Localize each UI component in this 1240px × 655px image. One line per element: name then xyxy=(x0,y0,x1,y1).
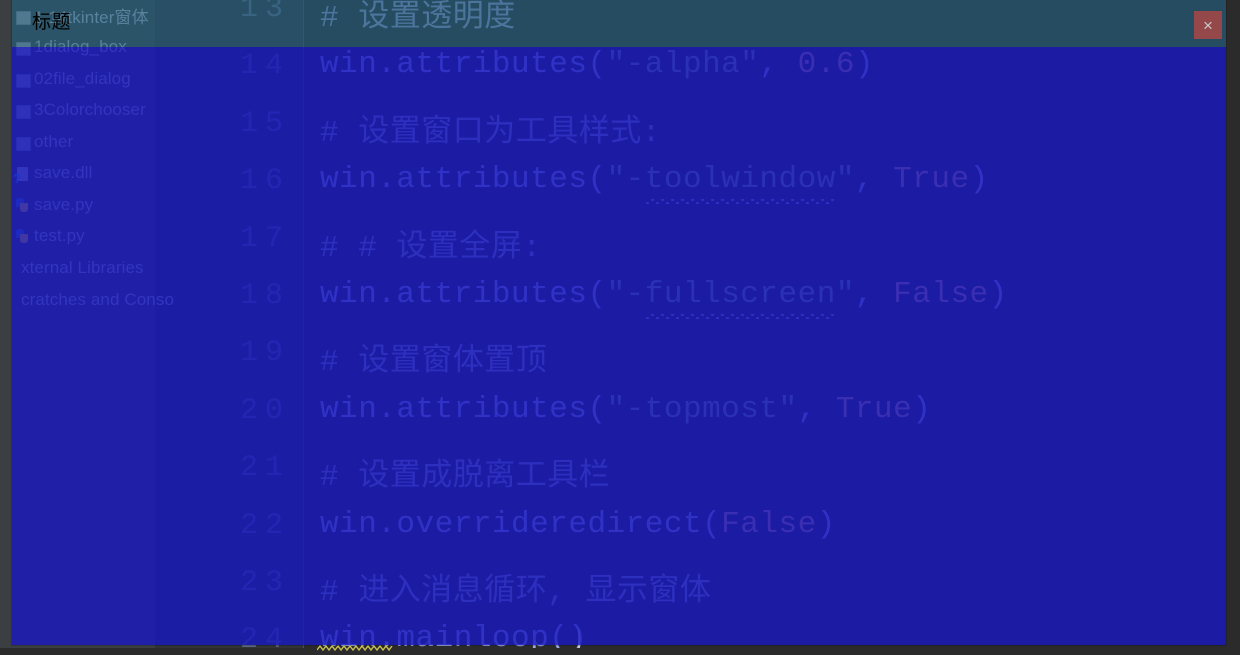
ide-bottom-bar xyxy=(0,648,1240,655)
tkinter-window-title: 标题 xyxy=(32,12,72,33)
tkinter-overlay-window[interactable]: 标题 × xyxy=(12,0,1226,645)
error-squiggle-icon xyxy=(317,645,393,651)
screen-root: 1 14tkinter窗体1dialog_box02file_dialog3Co… xyxy=(0,0,1240,655)
close-button[interactable]: × xyxy=(1194,11,1222,39)
tkinter-title-bar[interactable]: 标题 × xyxy=(12,0,1226,47)
tkinter-window-body xyxy=(12,47,1226,645)
activity-strip xyxy=(0,0,12,648)
